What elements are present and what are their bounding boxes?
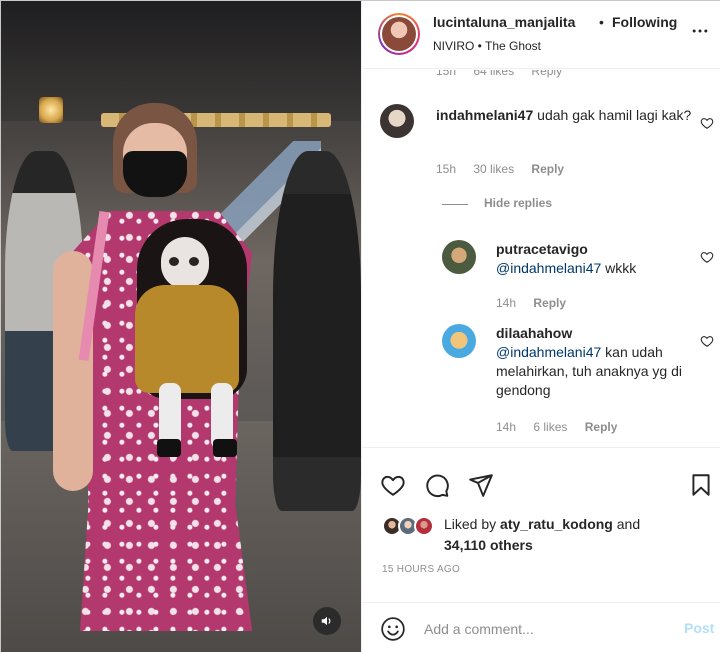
speaker-icon xyxy=(321,616,331,626)
post-video[interactable] xyxy=(1,1,361,652)
video-doll-eye-left xyxy=(169,257,179,266)
audio-track-label[interactable]: NIVIRO • The Ghost xyxy=(433,39,541,53)
commenter-avatar[interactable] xyxy=(380,104,414,138)
reply-body: wkkk xyxy=(601,260,637,276)
reply-button[interactable]: Reply xyxy=(585,420,618,434)
video-lamp xyxy=(39,97,63,123)
video-doll-eye-right xyxy=(189,257,199,266)
reply-avatar[interactable] xyxy=(442,324,476,358)
reply-time: 14h xyxy=(496,420,517,434)
reply-time: 14h xyxy=(496,296,517,310)
header-separator: • xyxy=(599,14,604,30)
comment-input[interactable] xyxy=(424,617,674,641)
comments-list[interactable]: 15h 64 likes Reply indahmelani47 udah ga… xyxy=(362,70,720,446)
reply-meta: 14h 6 likes Reply xyxy=(496,420,631,434)
add-comment-bar: Post xyxy=(362,602,720,652)
reply-button[interactable]: Reply xyxy=(531,162,564,176)
reply-mention-link[interactable]: @indahmelani47 xyxy=(496,344,601,360)
liker-username[interactable]: aty_ratu_kodong xyxy=(500,516,613,532)
reply-like-icon[interactable] xyxy=(700,334,714,348)
comment-bubble-icon[interactable] xyxy=(424,472,450,498)
post-actions-section: Liked by aty_ratu_kodong and 34,110 othe… xyxy=(362,447,720,652)
reply-avatar[interactable] xyxy=(442,240,476,274)
reply-likes[interactable]: 6 likes xyxy=(533,420,567,434)
replies-divider xyxy=(442,204,468,205)
comment-like-icon[interactable] xyxy=(700,116,714,130)
post-timestamp[interactable]: 15 hours ago xyxy=(382,564,460,575)
comment-likes[interactable]: 64 likes xyxy=(473,70,514,78)
avatar-border xyxy=(380,15,418,53)
post-dialog: lucintaluna_manjalita • Following NIVIRO… xyxy=(0,0,720,652)
post-comment-button[interactable]: Post xyxy=(684,620,714,636)
sound-toggle-button[interactable] xyxy=(313,607,341,635)
likes-prefix: Liked by xyxy=(444,516,501,532)
video-woman-mask xyxy=(123,151,187,197)
reply-mention-link[interactable]: @indahmelani47 xyxy=(496,260,601,276)
liker-avatar[interactable] xyxy=(414,516,434,536)
comment: indahmelani47 udah gak hamil lagi kak? xyxy=(436,106,698,125)
post-side-panel: lucintaluna_manjalita • Following NIVIRO… xyxy=(361,1,720,652)
author-avatar[interactable] xyxy=(378,13,420,55)
reply-username[interactable]: dilaahahow xyxy=(496,325,572,341)
reply: dilaahahow @indahmelani47 kan udah melah… xyxy=(496,324,692,400)
comment-time: 15h xyxy=(436,70,457,78)
post-header: lucintaluna_manjalita • Following NIVIRO… xyxy=(362,1,720,69)
following-button[interactable]: Following xyxy=(612,14,677,30)
comment-meta: 15h 30 likes Reply xyxy=(436,162,578,176)
comment-body: udah gak hamil lagi kak? xyxy=(537,107,692,123)
likes-summary: Liked by aty_ratu_kodong and 34,110 othe… xyxy=(444,514,664,556)
more-horizontal-icon[interactable] xyxy=(690,21,710,41)
likes-middle: and xyxy=(612,516,641,532)
video-doll-face xyxy=(161,237,209,289)
bookmark-icon[interactable] xyxy=(688,472,714,498)
video-background-person-right xyxy=(273,151,361,511)
smiley-icon[interactable] xyxy=(380,616,406,642)
likes-count[interactable]: 34,110 others xyxy=(444,537,533,553)
comment-likes[interactable]: 30 likes xyxy=(473,162,514,176)
comment-time: 15h xyxy=(436,162,457,176)
reply-button[interactable]: Reply xyxy=(531,70,562,78)
comment-username[interactable]: indahmelani47 xyxy=(436,107,533,123)
reply-meta: 14h Reply xyxy=(496,296,580,310)
video-doll-dress xyxy=(135,285,239,393)
reply-button[interactable]: Reply xyxy=(533,296,566,310)
heart-icon[interactable] xyxy=(380,472,406,498)
video-woman-arm xyxy=(53,251,93,491)
reply: putracetavigo @indahmelani47 wkkk xyxy=(496,240,696,278)
author-avatar-image xyxy=(382,17,416,51)
hide-replies-button[interactable]: Hide replies xyxy=(484,196,552,210)
paper-plane-icon[interactable] xyxy=(468,472,494,498)
previous-comment-meta: 15h 64 likes Reply xyxy=(436,70,576,78)
author-username[interactable]: lucintaluna_manjalita xyxy=(433,14,575,30)
reply-username[interactable]: putracetavigo xyxy=(496,241,588,257)
video-doll-shoe-right xyxy=(213,439,237,457)
reply-like-icon[interactable] xyxy=(700,250,714,264)
video-doll-shoe-left xyxy=(157,439,181,457)
